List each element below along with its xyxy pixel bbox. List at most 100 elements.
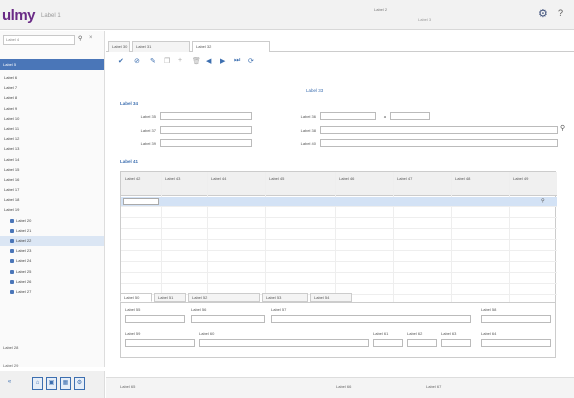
table-row[interactable]: [121, 274, 557, 284]
sidebar-item[interactable]: Label 23: [0, 246, 104, 256]
sidebar-item[interactable]: Label 9: [0, 104, 104, 114]
copy-icon[interactable]: ❐: [164, 57, 170, 65]
subtab-1[interactable]: Label 50: [120, 293, 152, 302]
edit-icon[interactable]: ✎: [150, 57, 156, 65]
subtab-panel: Label 55 Label 56 Label 57 Label 58 Labe…: [120, 302, 556, 358]
search-icon[interactable]: ⚲: [541, 198, 545, 204]
add-icon[interactable]: +: [178, 57, 182, 64]
sidebar-item[interactable]: Label 10: [0, 114, 104, 124]
text-field[interactable]: [199, 339, 369, 347]
text-field[interactable]: [320, 126, 558, 134]
table-row[interactable]: [121, 208, 557, 218]
sidebar-item[interactable]: Label 11: [0, 124, 104, 134]
sidebar-item[interactable]: Label 21: [0, 226, 104, 236]
text-field[interactable]: [373, 339, 403, 347]
field-label: Label 38: [300, 128, 316, 133]
search-icon[interactable]: ⚲: [78, 35, 82, 42]
sidebar-list: Label 6 Label 7 Label 8 Label 9 Label 10 Labe…: [0, 73, 104, 297]
save-icon[interactable]: ✔: [118, 57, 124, 65]
sidebar-item[interactable]: Label 17: [0, 185, 104, 195]
text-field[interactable]: [125, 339, 195, 347]
app-logo: ulmy: [2, 7, 36, 24]
sidebar-item[interactable]: Label 12: [0, 134, 104, 144]
column-header[interactable]: Label 42: [125, 176, 140, 181]
sidebar-item[interactable]: Label 18: [0, 195, 104, 205]
gear-icon[interactable]: ⚙: [538, 7, 548, 20]
column-header[interactable]: Label 49: [513, 176, 528, 181]
field-label: Label 62: [407, 331, 423, 336]
collapse-icon[interactable]: «: [5, 377, 14, 390]
sidebar-item[interactable]: Label 19: [0, 205, 104, 215]
grid-cell-input[interactable]: [123, 198, 159, 205]
sidebar-item-label: Label 10: [4, 115, 20, 121]
sidebar-item-label: Label 12: [4, 136, 20, 142]
text-field[interactable]: [320, 139, 558, 147]
cancel-icon[interactable]: ⊘: [134, 57, 140, 65]
sidebar-item[interactable]: Label 13: [0, 144, 104, 154]
search-input[interactable]: Label 4: [3, 35, 75, 45]
tab-3[interactable]: Label 32: [192, 41, 270, 52]
text-field[interactable]: [407, 339, 437, 347]
refresh-icon[interactable]: ⟳: [248, 57, 254, 65]
sidebar-section-item[interactable]: Label 29: [3, 363, 18, 368]
table-row[interactable]: [121, 241, 557, 251]
window-icon[interactable]: ▣: [46, 377, 57, 390]
column-header[interactable]: Label 44: [211, 176, 226, 181]
table-row[interactable]: ⚲: [121, 197, 557, 207]
field-label: Label 39: [140, 141, 156, 146]
sidebar-item[interactable]: Label 8: [0, 93, 104, 103]
help-icon[interactable]: ?: [558, 8, 563, 18]
text-field[interactable]: [160, 112, 252, 120]
delete-icon[interactable]: 🗑: [192, 57, 201, 65]
text-field[interactable]: [271, 315, 471, 323]
home-icon[interactable]: ⌂: [32, 377, 43, 390]
tab-2[interactable]: Label 31: [132, 41, 190, 52]
table-row[interactable]: [121, 263, 557, 273]
text-field[interactable]: [160, 126, 252, 134]
column-header[interactable]: Label 47: [397, 176, 412, 181]
sidebar-item[interactable]: Label 26: [0, 277, 104, 287]
column-header[interactable]: Label 48: [455, 176, 470, 181]
sidebar-item-label: Label 16: [4, 176, 20, 182]
subtab-5[interactable]: Label 54: [310, 293, 352, 302]
sidebar-item[interactable]: Label 7: [0, 83, 104, 93]
sidebar-header[interactable]: Label 5: [0, 59, 104, 70]
last-icon[interactable]: ⏭: [234, 57, 240, 65]
sidebar-item-label: Label 8: [4, 95, 18, 101]
text-field[interactable]: [441, 339, 471, 347]
text-field[interactable]: [160, 139, 252, 147]
sidebar-item[interactable]: Label 6: [0, 73, 104, 83]
date-field[interactable]: [390, 112, 430, 120]
sidebar-item[interactable]: Label 14: [0, 155, 104, 165]
subtab-2[interactable]: Label 51: [154, 293, 186, 302]
next-icon[interactable]: ▶: [220, 57, 225, 65]
table-row[interactable]: [121, 230, 557, 240]
text-field[interactable]: [191, 315, 265, 323]
subtab-4[interactable]: Label 53: [262, 293, 308, 302]
sidebar-item[interactable]: Label 15: [0, 165, 104, 175]
sidebar-item[interactable]: Label 16: [0, 175, 104, 185]
date-field[interactable]: [481, 315, 551, 323]
subtab-3[interactable]: Label 52: [188, 293, 260, 302]
column-header[interactable]: Label 43: [165, 176, 180, 181]
column-header[interactable]: Label 45: [269, 176, 284, 181]
close-icon[interactable]: ×: [89, 35, 93, 41]
search-icon[interactable]: ⚲: [560, 124, 565, 132]
sidebar-item[interactable]: Label 24: [0, 256, 104, 266]
settings-icon[interactable]: ⚙: [74, 377, 85, 390]
sidebar-item[interactable]: Label 20: [0, 216, 104, 226]
sidebar-item[interactable]: Label 22: [0, 236, 104, 247]
column-header[interactable]: Label 46: [339, 176, 354, 181]
sidebar-item[interactable]: Label 27: [0, 287, 104, 297]
text-field[interactable]: [481, 339, 551, 347]
table-row[interactable]: [121, 219, 557, 229]
text-field[interactable]: [125, 315, 185, 323]
grid-icon[interactable]: ▦: [60, 377, 71, 390]
tab-1[interactable]: Label 30: [108, 41, 130, 52]
user-info: Label 2: [374, 7, 388, 12]
first-icon[interactable]: ◀: [206, 57, 211, 65]
sidebar-item[interactable]: Label 25: [0, 267, 104, 277]
table-row[interactable]: [121, 252, 557, 262]
date-field[interactable]: [320, 112, 376, 120]
sidebar-item-label: Label 18: [4, 197, 20, 203]
